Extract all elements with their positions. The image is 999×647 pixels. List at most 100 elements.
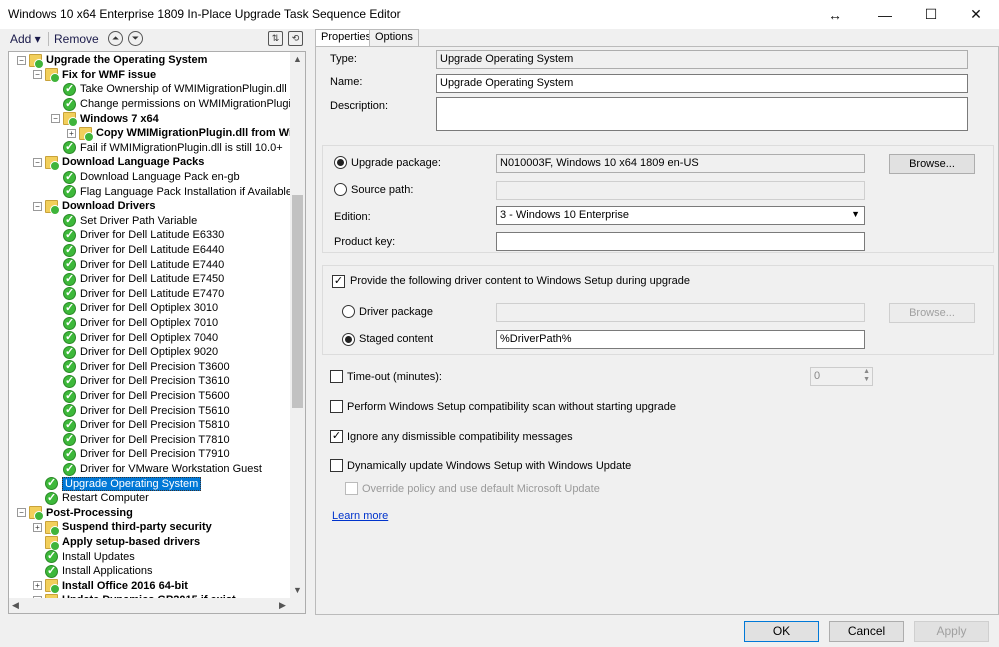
apply-button: Apply: [914, 621, 989, 642]
step-check-icon: [63, 286, 76, 301]
step-check-icon: [45, 549, 58, 564]
tree-item[interactable]: Restart Computer: [33, 491, 149, 506]
staged-content-input[interactable]: %DriverPath%: [496, 330, 865, 349]
tree-item[interactable]: Driver for Dell Latitude E6440: [51, 243, 224, 258]
maximize-button[interactable]: ☐: [908, 0, 954, 29]
vertical-scroll-thumb[interactable]: [292, 195, 303, 408]
upgrade-package-label: Upgrade package:: [351, 157, 441, 169]
product-key-input[interactable]: [496, 232, 865, 251]
source-path-label: Source path:: [351, 184, 414, 196]
tree-item-label: Post-Processing: [46, 506, 133, 519]
tree-item[interactable]: Driver for Dell Precision T5610: [51, 403, 230, 418]
tree-item[interactable]: Change permissions on WMIMigrationPlugin…: [51, 97, 305, 112]
tree-item[interactable]: Driver for Dell Precision T5810: [51, 418, 230, 433]
tree-item[interactable]: Driver for Dell Latitude E7470: [51, 286, 224, 302]
window-title: Windows 10 x64 Enterprise 1809 In-Place …: [8, 7, 401, 21]
product-key-label: Product key:: [334, 236, 396, 248]
add-button[interactable]: Add ▾: [10, 32, 41, 46]
tree-item[interactable]: Driver for Dell Latitude E6330: [51, 228, 224, 243]
tree-item[interactable]: − Post-Processing: [17, 506, 133, 522]
tree-item[interactable]: + Copy WMIMigrationPlugin.dll from Wi: [67, 126, 292, 142]
horizontal-scrollbar[interactable]: ◀ ▶: [9, 598, 305, 613]
group-folder-icon: [45, 68, 60, 84]
dynamic-update-checkbox[interactable]: [330, 459, 343, 472]
task-sequence-tree[interactable]: − Upgrade the Operating System − Fix for WM…: [8, 51, 306, 614]
ignore-messages-checkbox[interactable]: ✓: [330, 430, 343, 443]
vertical-scrollbar[interactable]: ▲ ▼: [290, 52, 305, 598]
tree-item[interactable]: Driver for Dell Latitude E7440: [51, 257, 224, 272]
tree-item[interactable]: Driver for Dell Latitude E7450: [51, 272, 224, 287]
collapse-icon[interactable]: −: [33, 157, 42, 167]
edition-select[interactable]: 3 - Windows 10 Enterprise ▼: [496, 206, 865, 225]
tree-item[interactable]: Driver for Dell Precision T7910: [51, 447, 230, 462]
collapse-icon[interactable]: −: [33, 201, 42, 211]
name-input[interactable]: Upgrade Operating System: [436, 74, 968, 93]
tree-item[interactable]: Driver for Dell Optiplex 3010: [51, 301, 218, 316]
refresh-icon[interactable]: ⟲: [288, 31, 303, 46]
tree-item-label: Download Language Pack en-gb: [80, 171, 240, 184]
close-button[interactable]: ✕: [953, 0, 999, 29]
tree-item-label: Fix for WMF issue: [62, 68, 157, 81]
collapse-icon[interactable]: −: [17, 55, 26, 65]
timeout-checkbox[interactable]: [330, 370, 343, 383]
scroll-up-icon[interactable]: ▲: [293, 54, 302, 64]
tree-item[interactable]: − Fix for WMF issue: [33, 68, 157, 84]
driver-package-radio[interactable]: [342, 305, 355, 318]
tree-item[interactable]: − Download Language Packs: [33, 155, 204, 171]
group-folder-icon: [29, 506, 44, 522]
tree-item[interactable]: Apply setup-based drivers: [33, 535, 200, 551]
tree-item-label: Driver for Dell Precision T7910: [80, 448, 230, 461]
tree-item[interactable]: Set Driver Path Variable: [51, 213, 197, 229]
tree-item[interactable]: − Upgrade the Operating System: [17, 53, 207, 69]
expand-icon[interactable]: +: [33, 522, 42, 532]
tree-item[interactable]: Flag Language Pack Installation if Avail…: [51, 184, 292, 199]
source-path-radio[interactable]: [334, 183, 347, 196]
browse-package-button[interactable]: Browse...: [889, 154, 975, 174]
tree-item[interactable]: + Install Office 2016 64-bit: [33, 579, 188, 595]
expand-icon[interactable]: +: [67, 128, 76, 138]
tree-item[interactable]: Driver for VMware Workstation Guest: [51, 462, 262, 477]
learn-more-link[interactable]: Learn more: [332, 510, 388, 522]
driver-package-label: Driver package: [359, 306, 433, 318]
collapse-icon[interactable]: −: [17, 508, 26, 518]
ok-button[interactable]: OK: [744, 621, 819, 642]
tree-item[interactable]: Driver for Dell Optiplex 7010: [51, 316, 218, 331]
move-up-icon[interactable]: ⏶: [108, 31, 123, 46]
scroll-down-icon[interactable]: ▼: [293, 585, 302, 595]
sort-icon[interactable]: ⇅: [268, 31, 283, 46]
tab-options[interactable]: Options: [369, 29, 419, 46]
tree-item[interactable]: − Windows 7 x64: [51, 111, 159, 128]
cancel-button[interactable]: Cancel: [829, 621, 904, 642]
tree-item[interactable]: Driver for Dell Precision T3600: [51, 359, 230, 375]
tree-item[interactable]: − Download Drivers: [33, 199, 156, 215]
tree-item[interactable]: Upgrade Operating System: [33, 476, 202, 491]
tree-item[interactable]: Download Language Pack en-gb: [51, 170, 240, 185]
tree-item[interactable]: Driver for Dell Optiplex 7040: [51, 330, 218, 345]
scroll-right-icon[interactable]: ▶: [279, 600, 286, 611]
scroll-left-icon[interactable]: ◀: [12, 600, 19, 611]
expand-icon[interactable]: +: [33, 581, 42, 591]
tree-item[interactable]: Take Ownership of WMIMigrationPlugin.dll: [51, 82, 287, 97]
tree-item[interactable]: Driver for Dell Precision T3610: [51, 374, 230, 389]
staged-content-radio[interactable]: [342, 333, 355, 346]
collapse-icon[interactable]: −: [51, 114, 60, 124]
description-input[interactable]: [436, 97, 968, 131]
collapse-icon[interactable]: −: [33, 70, 42, 80]
remove-button[interactable]: Remove: [54, 32, 99, 46]
tree-item[interactable]: Fail if WMIMigrationPlugin.dll is still …: [51, 140, 283, 156]
compat-scan-checkbox[interactable]: [330, 400, 343, 413]
tree-item[interactable]: Driver for Dell Precision T5600: [51, 389, 230, 404]
step-check-icon: [63, 462, 76, 476]
tree-item[interactable]: Install Updates: [33, 549, 135, 564]
provide-driver-checkbox[interactable]: ✓: [332, 275, 345, 288]
tree-item[interactable]: Install Applications: [33, 564, 153, 579]
move-down-icon[interactable]: ⏷: [128, 31, 143, 46]
tree-item-label: Flag Language Pack Installation if Avail…: [80, 185, 292, 198]
tab-properties[interactable]: Properties: [315, 29, 378, 47]
tree-item[interactable]: Driver for Dell Optiplex 9020: [51, 345, 218, 360]
upgrade-package-radio[interactable]: [334, 156, 347, 169]
tree-item[interactable]: + Suspend third-party security: [33, 520, 212, 536]
tree-item[interactable]: Driver for Dell Precision T7810: [51, 432, 230, 448]
minimize-button[interactable]: —: [862, 0, 908, 29]
step-check-icon: [63, 330, 76, 345]
